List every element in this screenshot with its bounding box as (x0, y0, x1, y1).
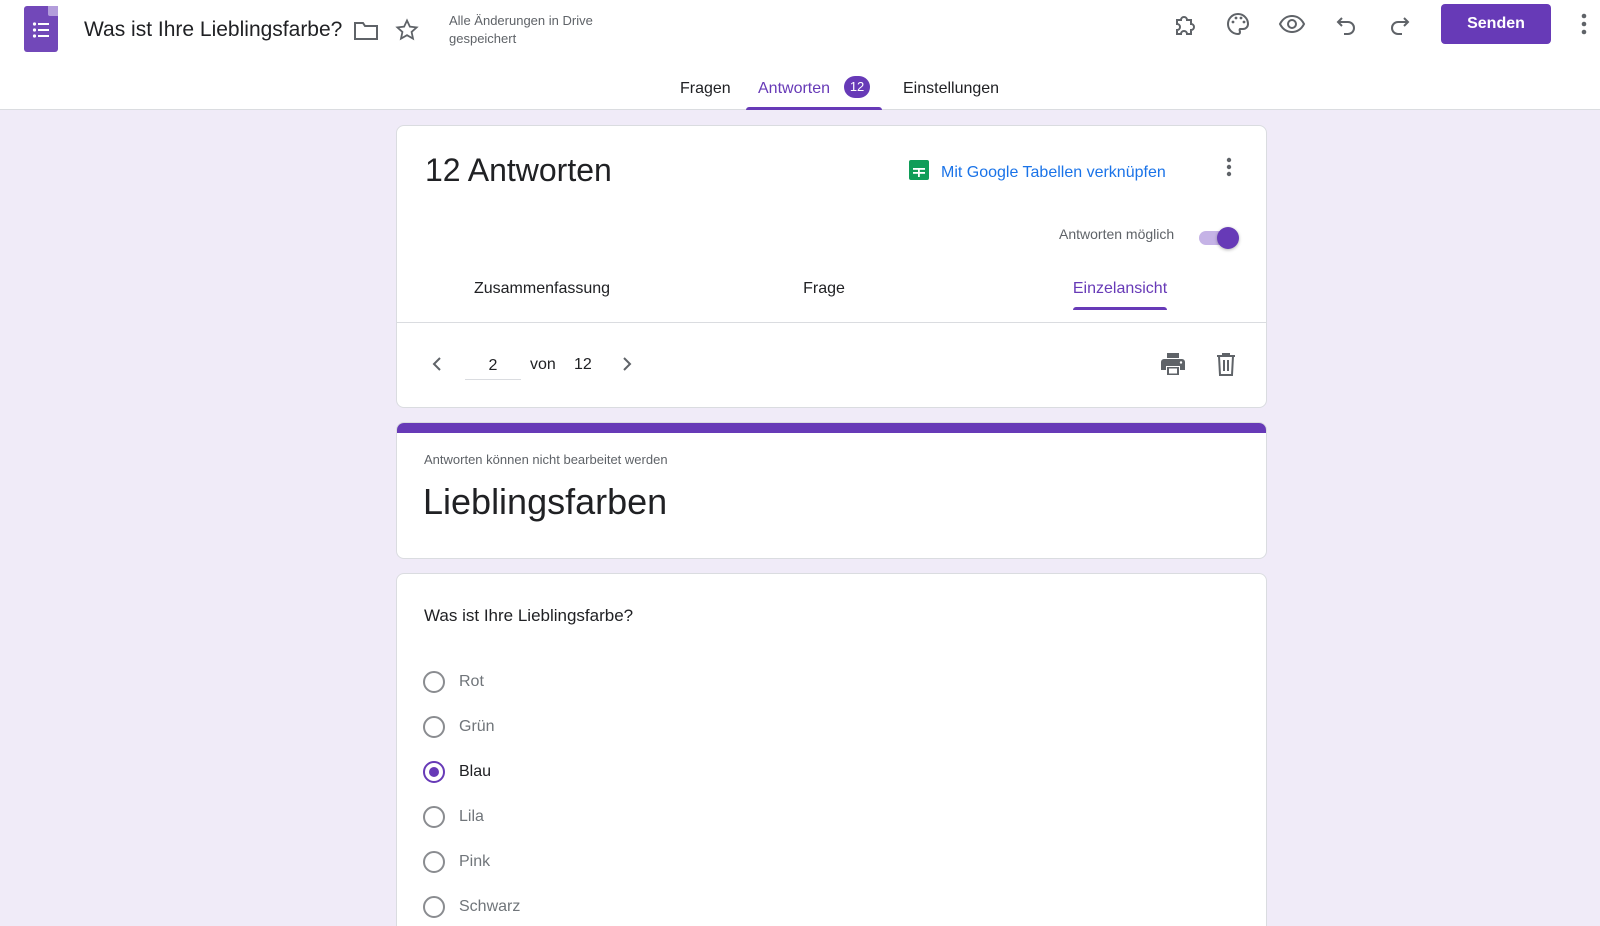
accepting-responses-toggle[interactable] (1197, 226, 1239, 249)
option-label: Pink (459, 853, 491, 870)
accepting-responses-label: Antworten möglich (1059, 226, 1175, 242)
tab-questions[interactable]: Fragen (680, 74, 731, 110)
responses-count-title: 12 Antworten (425, 152, 612, 188)
responses-summary-card: 12 Antworten Mit Google Tabellen verknüp… (396, 125, 1267, 408)
tab-label: Zusammenfassung (473, 280, 611, 297)
undo-icon[interactable] (1330, 8, 1362, 40)
addon-icon[interactable] (1168, 8, 1200, 40)
form-title: Lieblingsfarben (423, 481, 668, 522)
option-label: Schwarz (459, 898, 521, 915)
question-title: Was ist Ihre Lieblingsfarbe? (424, 606, 634, 625)
google-sheets-icon (909, 160, 929, 185)
pager-of-label: von (530, 356, 556, 373)
tab-individual[interactable]: Einzelansicht (1071, 276, 1169, 312)
radio-button-checked[interactable] (423, 761, 445, 783)
tab-summary[interactable]: Zusammenfassung (471, 276, 613, 312)
option-lila[interactable]: Lila (423, 805, 484, 829)
divider (397, 322, 1266, 323)
option-gruen[interactable]: Grün (423, 715, 495, 739)
radio-button[interactable] (423, 896, 445, 918)
option-blau[interactable]: Blau (423, 760, 491, 784)
tab-question[interactable]: Frage (801, 276, 847, 312)
next-response-button[interactable] (613, 350, 641, 378)
active-tab-indicator (1073, 307, 1167, 310)
main-tab-bar: Fragen Antworten 12 Einstellungen (0, 74, 1600, 110)
tab-label: Antworten (758, 80, 831, 97)
radio-button[interactable] (423, 851, 445, 873)
sheets-link-label: Mit Google Tabellen verknüpfen (941, 163, 1166, 181)
responses-more-icon[interactable] (1215, 153, 1243, 181)
radio-button[interactable] (423, 716, 445, 738)
print-icon[interactable] (1159, 350, 1187, 378)
tab-label: Einstellungen (903, 80, 1000, 97)
redo-icon[interactable] (1384, 8, 1416, 40)
option-label: Blau (459, 763, 492, 780)
form-header-card: Antworten können nicht bearbeitet werden… (396, 422, 1267, 559)
radio-button[interactable] (423, 671, 445, 693)
save-status-text: Alle Änderungen in Drive gespeichert (449, 13, 593, 46)
tab-settings[interactable]: Einstellungen (903, 74, 999, 110)
option-label: Rot (459, 673, 484, 690)
tab-responses[interactable]: Antworten 12 (746, 74, 883, 110)
tab-label: Frage (803, 280, 845, 297)
option-schwarz[interactable]: Schwarz (423, 895, 520, 919)
accent-bar (397, 423, 1266, 433)
folder-icon[interactable] (350, 14, 382, 46)
delete-response-icon[interactable] (1212, 350, 1240, 378)
previous-response-button[interactable] (423, 350, 451, 378)
send-button[interactable]: Senden (1441, 4, 1551, 44)
palette-icon[interactable] (1222, 8, 1254, 40)
tab-label: Fragen (680, 80, 731, 97)
document-title[interactable]: Was ist Ihre Lieblingsfarbe? (84, 18, 342, 42)
link-sheets-button[interactable]: Mit Google Tabellen verknüpfen (909, 160, 1166, 185)
active-tab-indicator (746, 107, 883, 110)
question-card: Was ist Ihre Lieblingsfarbe? Rot Grün Bl… (396, 573, 1267, 926)
radio-button[interactable] (423, 806, 445, 828)
toggle-knob (1217, 227, 1239, 249)
not-editable-notice: Antworten können nicht bearbeitet werden (424, 452, 668, 467)
preview-eye-icon[interactable] (1276, 8, 1308, 40)
response-index-input[interactable] (465, 352, 521, 380)
option-rot[interactable]: Rot (423, 670, 484, 694)
pager-total: 12 (574, 356, 592, 373)
option-pink[interactable]: Pink (423, 850, 490, 874)
forms-logo-icon[interactable] (24, 6, 58, 52)
response-count-badge: 12 (844, 76, 871, 98)
option-label: Grün (459, 718, 495, 735)
option-label: Lila (459, 808, 484, 825)
more-vert-icon[interactable] (1574, 8, 1594, 40)
top-app-bar: Was ist Ihre Lieblingsfarbe? Alle Änderu… (0, 0, 1600, 110)
star-icon[interactable] (391, 14, 423, 46)
tab-label: Einzelansicht (1072, 280, 1168, 297)
